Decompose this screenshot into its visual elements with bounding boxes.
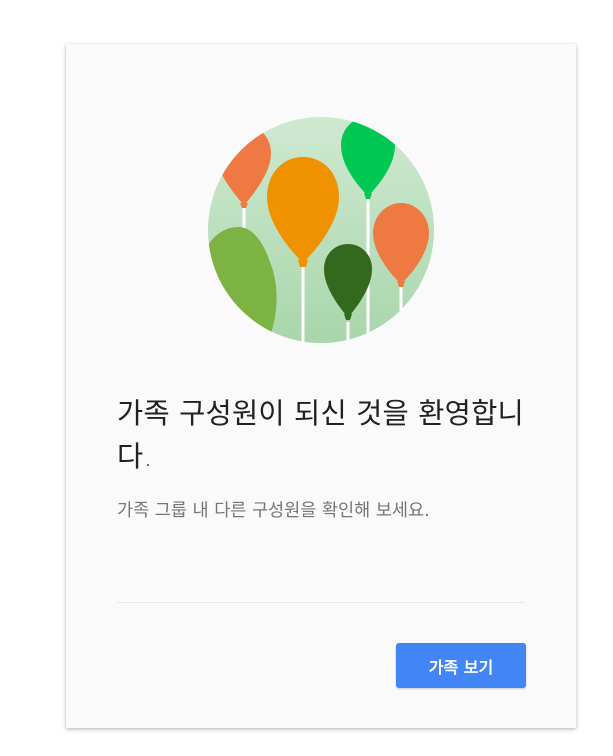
dialog-subtitle: 가족 그룹 내 다른 구성원을 확인해 보세요. [117, 501, 430, 521]
welcome-dialog: 가족 구성원이 되신 것을 환영합니다. 가족 그룹 내 다른 구성원을 확인해… [66, 44, 576, 728]
balloons-svg [208, 117, 434, 343]
balloons-illustration-icon [208, 117, 434, 343]
dialog-title: 가족 구성원이 되신 것을 환영합니다. [117, 397, 524, 473]
divider [117, 602, 525, 603]
view-family-button[interactable]: 가족 보기 [396, 643, 526, 688]
